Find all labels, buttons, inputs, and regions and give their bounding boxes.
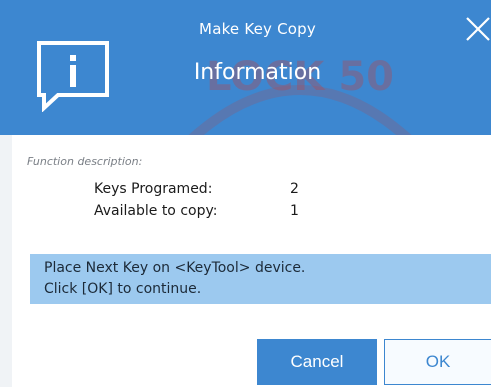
- available-to-copy-label: Available to copy:: [94, 203, 218, 219]
- dialog-title: Make Key Copy: [199, 20, 316, 38]
- instruction-line-2: Click [OK] to continue.: [44, 281, 202, 297]
- keys-programmed-value: 2: [290, 181, 299, 197]
- cancel-button[interactable]: Cancel: [257, 339, 377, 385]
- instruction-line-1: Place Next Key on <KeyTool> device.: [44, 260, 306, 276]
- info-speech-bubble-icon: [37, 41, 109, 112]
- ok-button[interactable]: OK: [384, 339, 491, 385]
- close-icon[interactable]: [461, 10, 491, 46]
- dialog-heading: Information: [193, 60, 322, 85]
- available-to-copy-value: 1: [290, 203, 299, 219]
- dialog-header: LOCK 50 Make Key Copy Information: [0, 0, 491, 135]
- function-description-label: Function description:: [27, 155, 143, 168]
- keys-programmed-label: Keys Programed:: [94, 181, 213, 197]
- instruction-message: Place Next Key on <KeyTool> device. Clic…: [30, 254, 491, 304]
- dialog-body: Function description: Keys Programed: 2 …: [12, 135, 491, 387]
- watermark-logo: LOCK 50: [188, 54, 412, 135]
